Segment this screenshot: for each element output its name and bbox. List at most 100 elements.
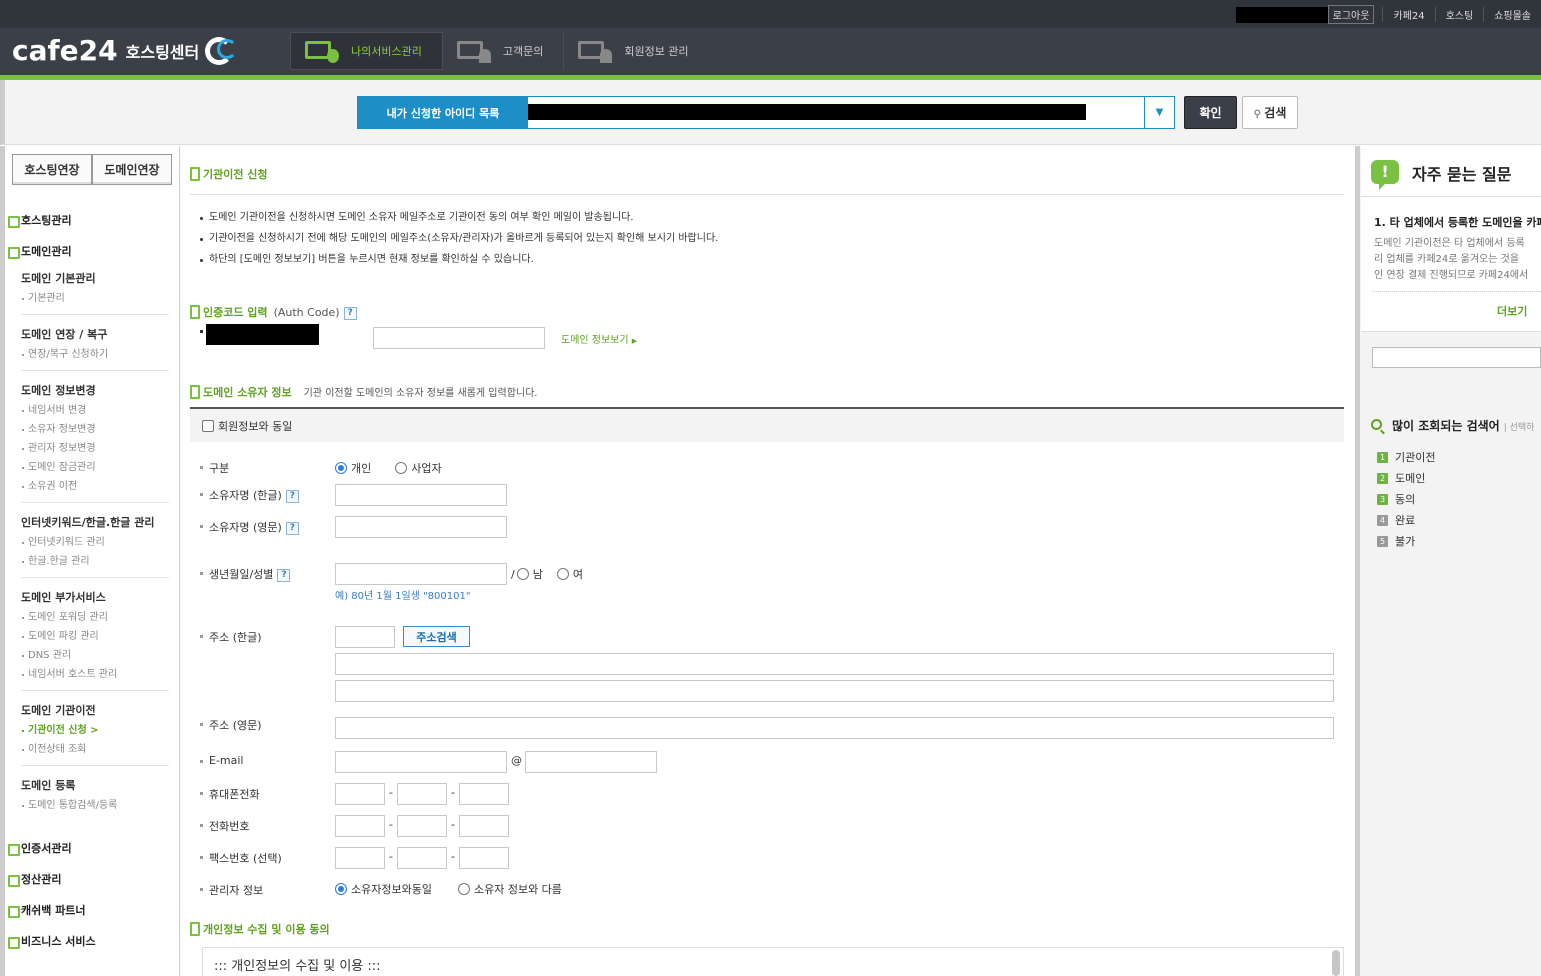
rank-badge: 4	[1377, 515, 1388, 526]
nav-my-service[interactable]: 나의서비스관리	[290, 32, 443, 70]
help-icon[interactable]: ?	[285, 489, 299, 503]
sidebar-item[interactable]: 소유자 정보변경	[8, 420, 174, 439]
nav-member-info[interactable]: 회원정보 관리	[564, 32, 708, 70]
radio-admin-different[interactable]	[457, 883, 470, 895]
label-birth: 생년월일/성별?	[200, 566, 291, 582]
privacy-scrollbar[interactable]	[1332, 950, 1340, 976]
nav-customer-inquiry[interactable]: 고객문의	[443, 32, 565, 70]
hosting-renew-button[interactable]: 호스팅연장	[12, 154, 92, 185]
faq-question[interactable]: 1. 타 업체에서 등록한 도메인을 카페	[1374, 214, 1541, 230]
renew-tabs: 호스팅연장 도메인연장	[12, 154, 172, 185]
sidebar-cat-cert[interactable]: 인증서관리	[8, 833, 174, 864]
address-ko-line1-input[interactable]	[335, 653, 1334, 675]
faq-more-link[interactable]: 더보기	[1497, 303, 1527, 319]
popular-item[interactable]: 4 완료	[1377, 510, 1435, 531]
domain-renew-button[interactable]: 도메인연장	[92, 154, 172, 185]
sidebar-item[interactable]: 이전상태 조회	[8, 740, 174, 759]
mobile-part1-input[interactable]	[335, 783, 385, 805]
section-title-owner: 도메인 소유자 정보 기관 이전할 도메인의 소유자 정보를 새롭게 입력합니다.	[190, 384, 537, 400]
id-list-select[interactable]: ▼	[527, 96, 1175, 129]
radio-business[interactable]	[395, 462, 408, 474]
domain-info-link[interactable]: 도메인 정보보기 ▶	[561, 331, 637, 346]
mobile-part2-input[interactable]	[397, 783, 447, 805]
email-domain-input[interactable]	[525, 751, 657, 773]
sidebar-item[interactable]: 네임서버 변경	[8, 401, 174, 420]
help-icon[interactable]: ?	[285, 521, 299, 535]
top-link-cafe24[interactable]: 카페24	[1382, 7, 1434, 22]
logout-button[interactable]: 로그아웃	[1327, 5, 1375, 24]
chevron-down-icon[interactable]: ▼	[1144, 97, 1174, 128]
sidebar-cat-domain[interactable]: 도메인관리	[8, 236, 174, 267]
fax-part3-input[interactable]	[459, 847, 509, 869]
phone-part1-input[interactable]	[335, 815, 385, 837]
sidebar-item[interactable]: 도메인 포워딩 관리	[8, 608, 174, 627]
radio-personal[interactable]	[335, 462, 347, 474]
help-icon[interactable]: ?	[277, 568, 291, 582]
service-gear-icon	[305, 39, 339, 63]
label-mobile: 휴대폰전화	[200, 786, 260, 802]
sidebar-item[interactable]: 연장/복구 신청하기	[8, 345, 174, 364]
sidebar-item[interactable]: 도메인 잠금관리	[8, 458, 174, 477]
radio-female[interactable]	[556, 568, 569, 580]
same-as-member-checkbox[interactable]: 회원정보와 동일	[202, 418, 292, 434]
email-id-input[interactable]	[335, 751, 507, 773]
sidebar-cat-hosting[interactable]: 호스팅관리	[8, 205, 174, 236]
radio-admin-same[interactable]	[335, 883, 347, 895]
phone-part2-input[interactable]	[397, 815, 447, 837]
sidebar-item[interactable]: 한글.한글 관리	[8, 552, 174, 571]
sidebar-item[interactable]: DNS 관리	[8, 646, 174, 665]
confirm-button[interactable]: 확인	[1184, 96, 1237, 129]
sidebar-group-basic[interactable]: 도메인 기본관리	[8, 269, 174, 289]
sidebar-item[interactable]: 네임서버 호스트 관리	[8, 665, 174, 684]
sidebar-cat-business[interactable]: 비즈니스 서비스	[8, 926, 174, 957]
sidebar-group-renew[interactable]: 도메인 연장 / 복구	[8, 325, 174, 345]
top-link-hosting[interactable]: 호스팅	[1434, 7, 1484, 22]
top-link-shop[interactable]: 쇼핑몰솔	[1483, 7, 1541, 22]
sidebar-item[interactable]: 소유권 이전	[8, 477, 174, 496]
owner-name-en-input[interactable]	[335, 516, 507, 538]
sidebar-group-info-change[interactable]: 도메인 정보변경	[8, 381, 174, 401]
faq-title: 자주 묻는 질문	[1412, 165, 1512, 184]
radio-male[interactable]	[516, 568, 529, 580]
top-links: 로그아웃 카페24 호스팅 쇼핑몰솔	[1235, 5, 1541, 24]
nav-label: 고객문의	[502, 45, 544, 58]
brand-logo[interactable]: cafe24 호스팅센터	[12, 34, 238, 67]
sidebar-item[interactable]: 관리자 정보변경	[8, 439, 174, 458]
fax-part1-input[interactable]	[335, 847, 385, 869]
sidebar-group-transfer[interactable]: 도메인 기관이전	[8, 701, 174, 721]
faq-search-input[interactable]	[1372, 347, 1541, 368]
rank-badge: 3	[1377, 494, 1388, 505]
address-search-button[interactable]: 주소검색	[403, 626, 470, 647]
sidebar-item[interactable]: 기본관리	[8, 289, 174, 308]
popular-item[interactable]: 3 동의	[1377, 489, 1435, 510]
sidebar-cat-billing[interactable]: 정산관리	[8, 864, 174, 895]
sidebar-item-transfer-apply[interactable]: 기관이전 신청 >	[8, 721, 174, 740]
monitor-icon	[456, 39, 491, 63]
fax-part2-input[interactable]	[397, 847, 447, 869]
owner-name-ko-input[interactable]	[335, 484, 507, 506]
birth-input[interactable]	[335, 563, 507, 585]
search-button[interactable]: ⚲ 검색	[1242, 96, 1298, 129]
divider	[1372, 291, 1541, 292]
sidebar-item[interactable]: 도메인 통합검색/등록	[8, 796, 174, 815]
address-en-input[interactable]	[335, 717, 1334, 739]
label-email: E-mail	[200, 754, 244, 767]
sidebar-item[interactable]: 도메인 파킹 관리	[8, 627, 174, 646]
help-icon[interactable]: ?	[343, 306, 357, 320]
sidebar-group-keyword[interactable]: 인터넷키워드/한글.한글 관리	[8, 513, 174, 533]
gender-radio-group: / 남 여	[511, 567, 583, 582]
address-ko-line2-input[interactable]	[335, 680, 1334, 702]
sidebar-group-register[interactable]: 도메인 등록	[8, 776, 174, 796]
sidebar-item[interactable]: 인터넷키워드 관리	[8, 533, 174, 552]
popular-item[interactable]: 5 불가	[1377, 531, 1435, 552]
popular-item[interactable]: 2 도메인	[1377, 468, 1435, 489]
auth-code-input[interactable]	[373, 327, 545, 349]
popular-item[interactable]: 1 기관이전	[1377, 447, 1435, 468]
sidebar-cat-cashback[interactable]: 캐쉬백 파트너	[8, 895, 174, 926]
phone-part3-input[interactable]	[459, 815, 509, 837]
mobile-part3-input[interactable]	[459, 783, 509, 805]
checkbox-icon[interactable]	[202, 420, 214, 432]
sidebar-group-addon[interactable]: 도메인 부가서비스	[8, 588, 174, 608]
zipcode-input[interactable]	[335, 626, 395, 648]
id-list-label: 내가 신청한 아이디 목록	[357, 96, 529, 129]
